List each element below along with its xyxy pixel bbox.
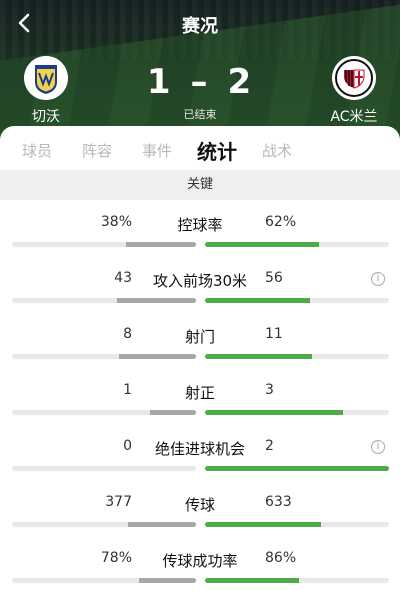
home-stat-value: 1 (123, 382, 132, 398)
stat-row: 控球率 38% 62% (0, 214, 400, 264)
tab-players[interactable]: 球员 (22, 140, 52, 161)
stat-row: 攻入前场30米 43 56 i (0, 270, 400, 320)
tab-tactics[interactable]: 战术 (262, 140, 292, 161)
stat-row: 射门 8 11 (0, 326, 400, 376)
away-stat-bar (205, 466, 389, 471)
home-score: 1 (146, 62, 173, 102)
home-stat-value: 0 (123, 438, 132, 454)
score-dash: – (190, 62, 210, 102)
home-stat-bar-track (12, 298, 196, 303)
home-stat-bar (116, 298, 196, 303)
away-stat-bar (205, 298, 310, 303)
home-stat-bar (138, 578, 196, 583)
away-stat-bar (205, 578, 299, 583)
home-stat-bar (126, 242, 196, 247)
stats-panel: 球员 阵容 事件 统计 战术 关键 控球率 38% 62% 攻入前场30米 43 56 i 射… (0, 126, 400, 591)
away-stat-value: 3 (265, 382, 274, 398)
stat-label: 传球 (184, 496, 215, 514)
away-stat-bar (205, 242, 320, 247)
away-stat-bar-track (205, 354, 389, 359)
tab-stats[interactable]: 统计 (197, 136, 237, 165)
tab-lineup[interactable]: 阵容 (82, 140, 112, 161)
away-stat-bar (205, 522, 321, 527)
info-icon[interactable]: i (371, 272, 385, 286)
home-stat-bar-track (12, 354, 196, 359)
stat-row: 传球成功率 78% 86% (0, 550, 400, 591)
home-stat-bar (118, 354, 196, 359)
stat-label: 绝佳进球机会 (154, 440, 245, 458)
away-stat-bar (205, 354, 312, 359)
home-stat-value: 43 (114, 270, 132, 286)
tab-events[interactable]: 事件 (142, 140, 172, 161)
stat-row: 射正 1 3 (0, 382, 400, 432)
home-stat-value: 78% (100, 550, 132, 566)
stat-label: 射正 (184, 384, 215, 402)
away-stat-value: 11 (265, 326, 283, 342)
away-stat-bar-track (205, 578, 389, 583)
stat-label: 攻入前场30米 (152, 272, 248, 290)
away-stat-bar (205, 410, 343, 415)
away-stat-bar-track (205, 466, 389, 471)
home-stat-value: 8 (123, 326, 132, 342)
page-title: 赛况 (182, 16, 218, 37)
scoreline: 1–2 (0, 62, 400, 102)
match-header: 赛况 切沃 AC米兰 1–2 已结束 (0, 0, 400, 140)
away-stat-value: 56 (265, 270, 283, 286)
home-stat-value: 377 (105, 494, 132, 510)
section-header: 关键 (0, 170, 400, 200)
away-stat-bar-track (205, 522, 389, 527)
home-stat-bar (150, 410, 196, 415)
home-stat-bar-track (12, 410, 196, 415)
stat-label: 控球率 (177, 216, 223, 234)
away-stat-value: 62% (265, 214, 297, 230)
stat-label: 射门 (184, 328, 215, 346)
away-stat-value: 86% (265, 550, 297, 566)
home-stat-bar-track (12, 242, 196, 247)
away-stat-value: 633 (265, 494, 292, 510)
home-stat-bar-track (12, 578, 196, 583)
stat-row: 绝佳进球机会 0 2 i (0, 438, 400, 488)
away-stat-bar-track (205, 242, 389, 247)
stat-label: 传球成功率 (162, 552, 238, 570)
stat-row: 传球 377 633 (0, 494, 400, 544)
info-icon[interactable]: i (371, 440, 385, 454)
home-stat-bar-track (12, 466, 196, 471)
home-stat-bar (127, 522, 196, 527)
match-status: 已结束 (183, 108, 217, 121)
away-score: 2 (227, 62, 254, 102)
away-stat-bar-track (205, 298, 389, 303)
home-stat-value: 38% (100, 214, 132, 230)
away-stat-bar-track (205, 410, 389, 415)
away-stat-value: 2 (265, 438, 274, 454)
home-stat-bar-track (12, 522, 196, 527)
tab-bar: 球员 阵容 事件 统计 战术 (0, 136, 400, 166)
